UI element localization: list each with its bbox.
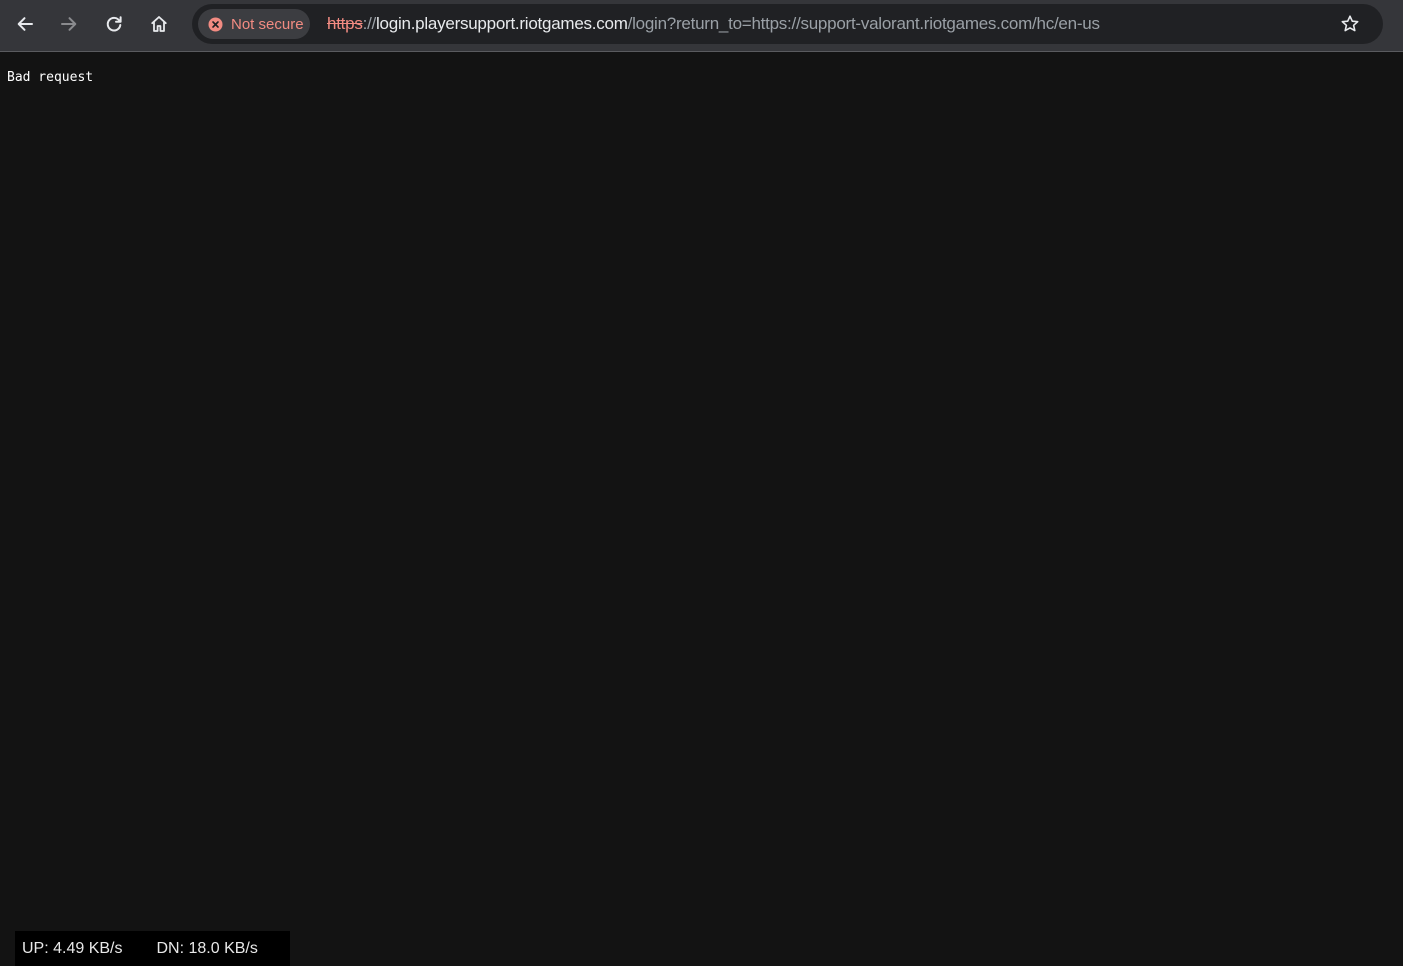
address-bar[interactable]: Not secure https://login.playersupport.r… (192, 4, 1383, 44)
network-speed-overlay: UP: 4.49 KB/s DN: 18.0 KB/s (15, 931, 290, 966)
not-secure-label: Not secure (231, 15, 304, 33)
forward-arrow-icon (61, 17, 77, 31)
back-arrow-icon (17, 17, 33, 31)
home-icon (151, 16, 167, 32)
page-content: Bad request (0, 53, 1403, 966)
forward-button[interactable] (53, 8, 85, 40)
browser-toolbar: Not secure https://login.playersupport.r… (0, 0, 1403, 52)
error-circle-icon (208, 17, 223, 32)
download-speed: DN: 18.0 KB/s (156, 939, 258, 957)
url-scheme: https (327, 14, 363, 33)
url-path: /login?return_to=https://support-valoran… (627, 14, 1100, 33)
error-message: Bad request (7, 70, 94, 85)
url-host: login.playersupport.riotgames.com (376, 14, 628, 33)
reload-icon (106, 16, 122, 32)
bookmark-button[interactable] (1338, 12, 1362, 36)
security-status-chip[interactable]: Not secure (198, 9, 310, 39)
back-button[interactable] (9, 8, 41, 40)
star-icon (1341, 15, 1359, 32)
url-separator: :// (362, 14, 377, 33)
reload-button[interactable] (98, 8, 130, 40)
upload-speed: UP: 4.49 KB/s (22, 939, 123, 957)
home-button[interactable] (143, 8, 175, 40)
url-text[interactable]: https://login.playersupport.riotgames.co… (327, 14, 1100, 34)
